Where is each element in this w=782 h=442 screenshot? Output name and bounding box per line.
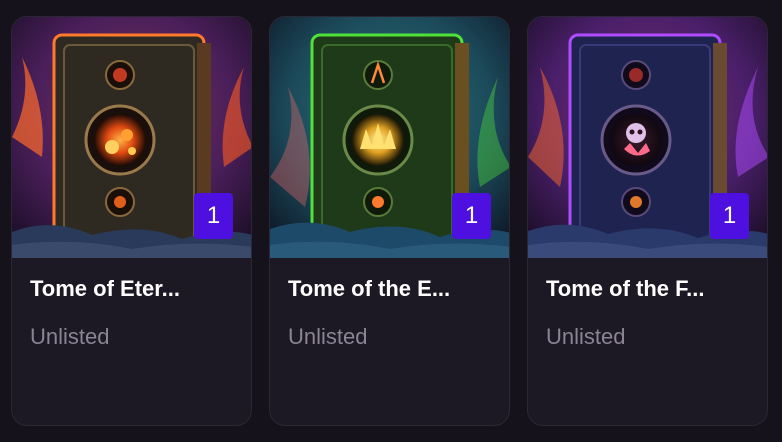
listing-status: Unlisted (288, 324, 368, 349)
card-title: Tome of the F... (546, 276, 705, 301)
nft-card[interactable]: 1 Tome of the F... Unlisted (527, 16, 768, 426)
quantity-badge: 1 (194, 193, 233, 239)
card-title: Tome of the E... (288, 276, 451, 301)
card-artwork: 1 (270, 17, 509, 258)
quantity-badge: 1 (710, 193, 749, 239)
listing-status: Unlisted (30, 324, 110, 349)
nft-card[interactable]: 1 Tome of the E... Unlisted (269, 16, 510, 426)
nft-card-grid: 1 Tome of Eter... Unlisted 1 Tome of the… (11, 16, 768, 426)
quantity-badge: 1 (452, 193, 491, 239)
card-artwork: 1 (528, 17, 767, 258)
card-artwork: 1 (12, 17, 251, 258)
nft-card[interactable]: 1 Tome of Eter... Unlisted (11, 16, 252, 426)
card-title: Tome of Eter... (30, 276, 180, 301)
listing-status: Unlisted (546, 324, 626, 349)
